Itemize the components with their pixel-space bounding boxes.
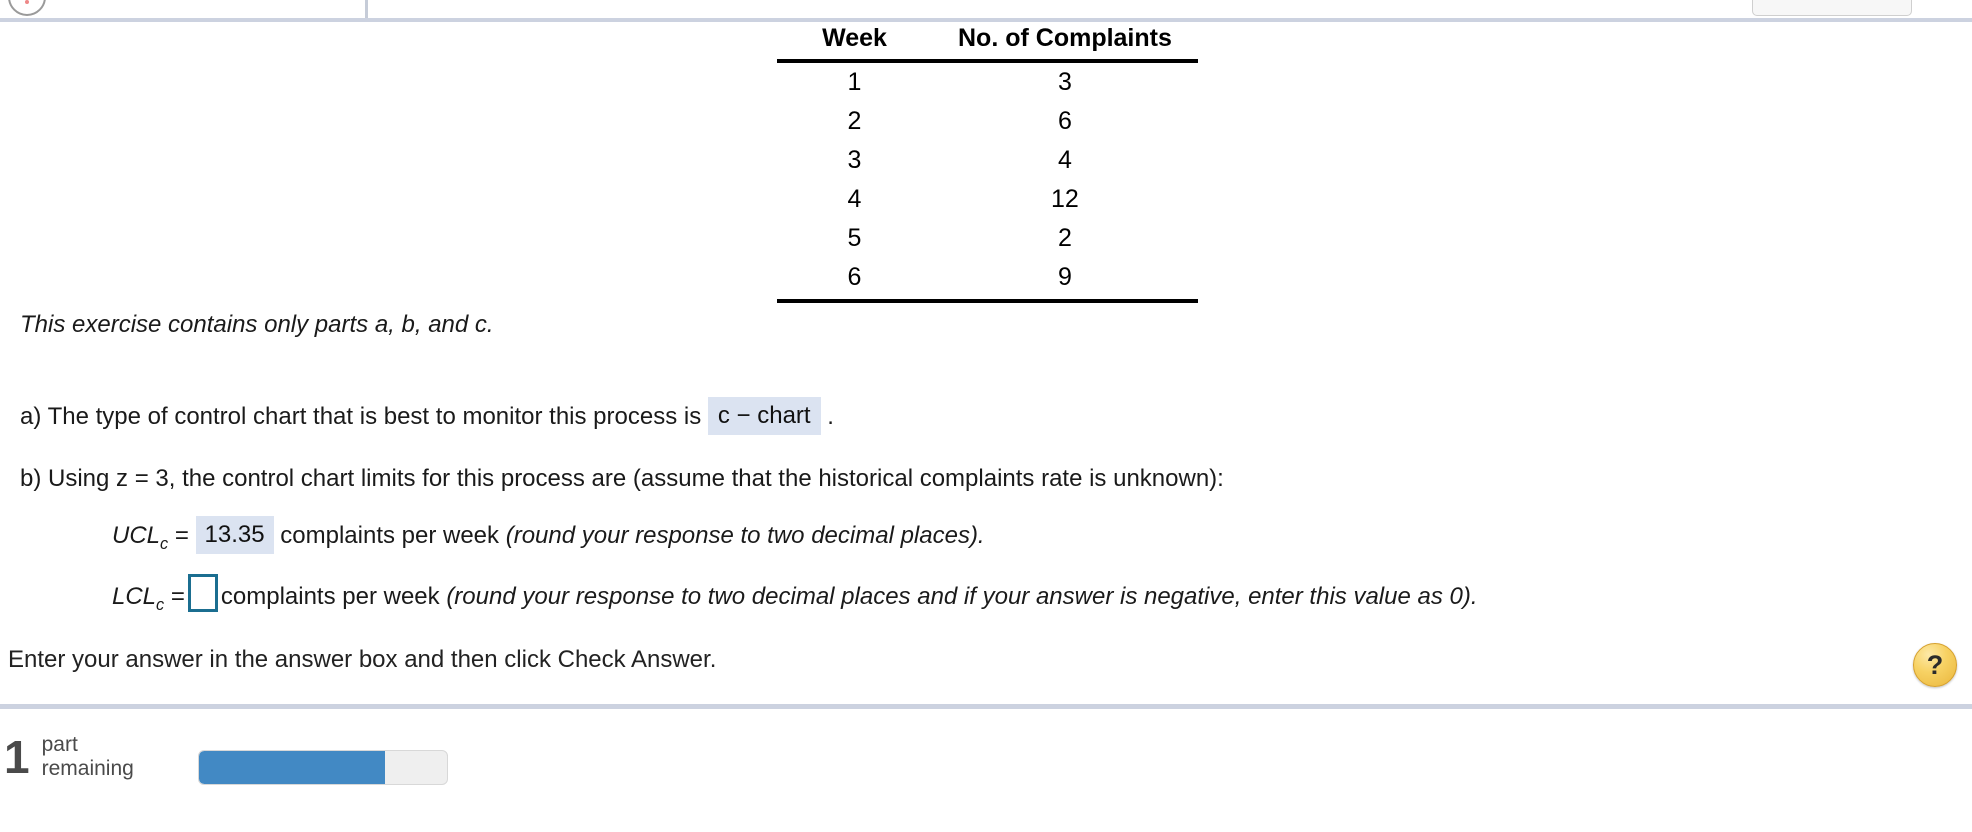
cell-complaints: 2	[1057, 224, 1072, 252]
cell-week: 4	[847, 185, 862, 213]
cell-complaints: 6	[1057, 107, 1072, 135]
cell-week: 5	[847, 224, 862, 252]
clock-dot	[25, 0, 29, 5]
cell-week: 2	[847, 107, 862, 135]
cell-complaints: 3	[1057, 68, 1072, 96]
ucl-equals: =	[174, 522, 189, 549]
parts-remaining-count: 1	[4, 730, 30, 783]
lcl-hint: (round your response to two decimal plac…	[446, 583, 1478, 610]
cell-week: 1	[847, 68, 862, 96]
top-chrome	[0, 0, 1972, 22]
parts-remaining: 1 part remaining	[4, 733, 134, 780]
ucl-line: UCLc = 13.35 complaints per week (round …	[112, 516, 985, 555]
top-right-input[interactable]	[1752, 0, 1912, 16]
table-row: 3 4	[777, 141, 1198, 180]
ucl-hint: (round your response to two decimal plac…	[505, 522, 985, 549]
part-b-prompt: b) Using z = 3, the control chart limits…	[20, 465, 1224, 492]
instruction-text: Enter your answer in the answer box and …	[8, 646, 717, 673]
progress-bar-fill	[199, 751, 385, 784]
table-row: 6 9	[777, 258, 1198, 303]
exercise-content: Week No. of Complaints 1 3 2 6 3 4 4 12 …	[0, 22, 1972, 687]
parts-remaining-label: part remaining	[42, 733, 134, 780]
table-header-week: Week	[777, 22, 932, 63]
lcl-equals: =	[170, 583, 185, 610]
table-row: 4 12	[777, 180, 1198, 219]
parts-remaining-line2: remaining	[41, 756, 134, 780]
ucl-unit: complaints per week	[280, 522, 500, 549]
cell-complaints: 12	[1051, 185, 1079, 213]
table-row: 2 6	[777, 102, 1198, 141]
parts-remaining-line1: part	[41, 733, 78, 756]
part-a-prefix: a) The type of control chart that is bes…	[20, 403, 702, 430]
page-root: Week No. of Complaints 1 3 2 6 3 4 4 12 …	[0, 0, 1972, 832]
ucl-input[interactable]: 13.35	[195, 516, 274, 555]
progress-bar[interactable]	[198, 750, 448, 785]
table-header-complaints: No. of Complaints	[932, 22, 1198, 63]
cell-week: 3	[847, 146, 862, 174]
instruction-strip: Enter your answer in the answer box and …	[0, 640, 1972, 687]
part-a-answer[interactable]: c − chart	[707, 397, 821, 436]
top-divider	[365, 0, 368, 18]
cell-week: 6	[777, 258, 932, 303]
help-icon[interactable]: ?	[1913, 643, 1957, 687]
part-a-suffix: .	[827, 403, 834, 430]
complaints-table: Week No. of Complaints 1 3 2 6 3 4 4 12 …	[777, 22, 1198, 303]
table-row: 1 3	[777, 61, 1198, 102]
lcl-unit: complaints per week	[220, 583, 440, 610]
exercise-note: This exercise contains only parts a, b, …	[20, 311, 494, 338]
part-a-line: a) The type of control chart that is bes…	[20, 397, 834, 436]
ucl-label: UCLc	[112, 522, 169, 553]
lcl-line: LCLc = complaints per week (round your re…	[112, 574, 1478, 616]
cell-complaints: 4	[1057, 146, 1072, 174]
lcl-input[interactable]	[187, 574, 218, 612]
clock-icon[interactable]	[8, 0, 46, 16]
table-header-row: Week No. of Complaints	[777, 22, 1198, 63]
lcl-label: LCLc	[112, 583, 165, 614]
table-row: 5 2	[777, 219, 1198, 258]
cell-complaints: 9	[932, 258, 1198, 303]
